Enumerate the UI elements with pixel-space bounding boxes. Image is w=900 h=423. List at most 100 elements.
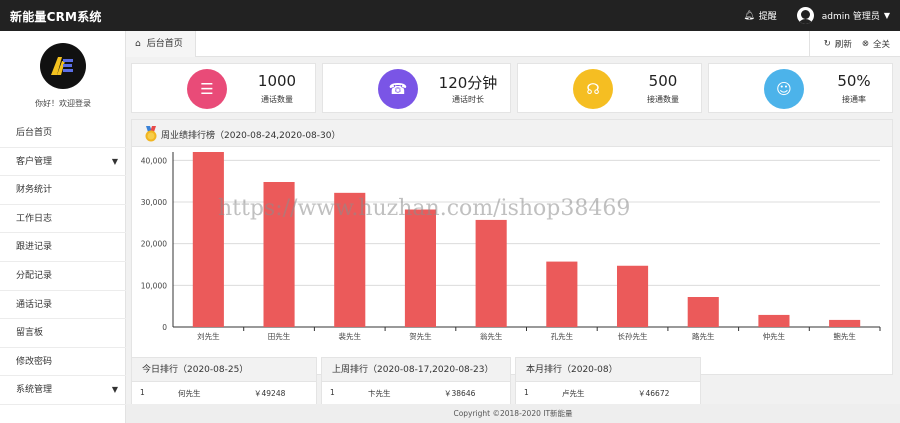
x-tick-label: 鲍先生 xyxy=(833,331,856,341)
stat-label: 接通数量 xyxy=(647,95,679,104)
ranking-rank: 1 xyxy=(330,388,335,397)
medal-icon xyxy=(145,126,157,142)
top-right-area: 🔔︎ 提醒 admin 管理员 ▼ xyxy=(743,0,890,31)
y-tick-label: 20,000 xyxy=(141,240,167,249)
ranking-rank: 1 xyxy=(524,388,529,397)
ranking-title: 上周排行（2020-08-17,2020-08-23） xyxy=(322,358,510,382)
tab-actions: ↻ 刷新 ⊗ 全关 xyxy=(808,31,890,57)
sidebar-item[interactable]: 修改密码 xyxy=(0,348,126,377)
chart-title: 周业绩排行榜（2020-08-24,2020-08-30） xyxy=(161,131,341,141)
sidebar-item-label: 客户管理 xyxy=(16,156,53,167)
stat-card: ☎ 120分钟通话时长 xyxy=(322,63,511,113)
y-tick-label: 0 xyxy=(162,323,167,332)
sidebar-item[interactable]: 后台首页 xyxy=(0,119,126,148)
document-icon: ☰ xyxy=(200,80,214,98)
refresh-icon[interactable]: ↻ xyxy=(824,39,831,49)
x-tick-label: 田先生 xyxy=(268,331,291,341)
x-tick-label: 长孙先生 xyxy=(618,331,648,341)
tab-home-label: 后台首页 xyxy=(146,39,183,49)
chart-bar xyxy=(758,314,790,327)
chart-bar xyxy=(404,209,437,327)
app-title: 新能量CRM系统 xyxy=(10,10,102,24)
chart-bar xyxy=(263,182,295,327)
chart-bar xyxy=(192,152,224,327)
user-menu[interactable]: admin 管理员 xyxy=(822,9,880,22)
stat-value: 500 xyxy=(648,72,678,90)
tab-home[interactable]: ⌂ 后台首页 xyxy=(126,31,196,57)
sidebar-item-label: 留言板 xyxy=(16,328,44,339)
y-tick-label: 30,000 xyxy=(141,198,167,207)
chevron-down-icon: ▼ xyxy=(111,385,118,395)
x-tick-label: 裴先生 xyxy=(339,331,362,341)
sidebar: 你好！欢迎登录 后台首页客户管理 ▼ 财务统计工作日志跟进记录分配记录通话记录留言板… xyxy=(0,31,126,423)
chart-bar xyxy=(687,297,719,327)
stat-value: 1000 xyxy=(257,72,297,90)
sidebar-item-label: 系统管理 xyxy=(16,385,53,396)
sidebar-item[interactable]: 留言板 xyxy=(0,319,126,348)
x-tick-label: 仲先生 xyxy=(763,331,786,341)
refresh-button[interactable]: 刷新 xyxy=(835,38,852,50)
footer: Copyright ©2018-2020 IT新能量 xyxy=(126,404,900,423)
sidebar-item-label: 财务统计 xyxy=(16,185,53,196)
chart-bar xyxy=(546,261,578,327)
bar-chart: 0 10,000 20,000 30,000 40,000 刘先生 田先生 裴先生 贺先生 翁先生… xyxy=(141,152,881,341)
chart-bar xyxy=(829,319,861,327)
sidebar-item[interactable]: 通话记录 xyxy=(0,291,126,320)
y-tick-label: 10,000 xyxy=(141,281,167,290)
x-tick-label: 刘先生 xyxy=(197,331,220,341)
stat-value: 50% xyxy=(837,72,871,90)
chevron-down-icon: ▼ xyxy=(111,156,118,166)
sidebar-item[interactable]: 工作日志 xyxy=(0,205,126,234)
chart-bar xyxy=(475,219,507,327)
stat-label: 通话时长 xyxy=(452,95,484,104)
stat-icon-circle: ☊ xyxy=(573,69,613,109)
tab-bar: ⌂ 后台首页 ↻ 刷新 ⊗ 全关 xyxy=(126,31,900,57)
sidebar-item[interactable]: 分配记录 xyxy=(0,262,126,291)
sidebar-item-label: 通话记录 xyxy=(16,299,53,310)
notice-link[interactable]: 提醒 xyxy=(759,9,777,22)
sidebar-menu: 后台首页客户管理 ▼ 财务统计工作日志跟进记录分配记录通话记录留言板修改密码系统管理… xyxy=(0,119,126,405)
table-row: 1 卞先生 ￥38646 xyxy=(322,382,510,402)
chart-bar xyxy=(616,265,649,327)
stat-card: ☺ 50% 接通率 xyxy=(708,63,893,113)
ranking-title: 本月排行（2020-08） xyxy=(516,358,700,382)
sidebar-item[interactable]: 跟进记录 xyxy=(0,233,126,262)
sidebar-item-label: 修改密码 xyxy=(16,356,53,367)
stat-icon-circle: ☎ xyxy=(378,69,418,109)
sidebar-item-label: 跟进记录 xyxy=(16,242,53,253)
sidebar-item[interactable]: 客户管理 ▼ xyxy=(0,148,126,177)
stat-label: 通话数量 xyxy=(261,95,293,104)
headset-icon: ☊ xyxy=(586,80,600,98)
user-card-icon: ☺ xyxy=(776,80,792,98)
user-avatar[interactable] xyxy=(796,7,814,24)
stat-value: 120分钟 xyxy=(438,74,498,92)
sidebar-item[interactable]: 系统管理 ▼ xyxy=(0,376,126,405)
close-all-icon[interactable]: ⊗ xyxy=(862,39,869,49)
phone-icon: ☎ xyxy=(388,80,408,98)
stat-card: ☊ 500 接通数量 xyxy=(517,63,702,113)
chart-panel: 周业绩排行榜（2020-08-24,2020-08-30） 0 10,000 20,… xyxy=(131,119,893,375)
sidebar-item-label: 工作日志 xyxy=(16,213,53,224)
table-row: 1 卢先生 ￥46672 xyxy=(516,382,700,402)
welcome-text: 你好！欢迎登录 xyxy=(35,99,91,108)
sidebar-item-label: 后台首页 xyxy=(16,128,53,138)
ranking-amount: ￥38646 xyxy=(444,389,476,398)
bell-icon[interactable]: 🔔︎ xyxy=(743,11,754,21)
stat-label: 接通率 xyxy=(842,95,866,104)
chevron-down-icon[interactable]: ▼ xyxy=(884,11,890,20)
ranking-rank: 1 xyxy=(140,388,145,397)
ranking-name: 卢先生 xyxy=(562,389,585,398)
ranking-name: 何先生 xyxy=(178,389,201,398)
logo xyxy=(40,43,86,89)
ranking-title: 今日排行（2020-08-25） xyxy=(132,358,316,382)
x-tick-label: 贺先生 xyxy=(409,331,432,341)
home-icon: ⌂ xyxy=(135,39,141,49)
ranking-amount: ￥49248 xyxy=(254,389,286,398)
sidebar-item[interactable]: 财务统计 xyxy=(0,176,126,205)
chart-header: 周业绩排行榜（2020-08-24,2020-08-30） xyxy=(132,120,892,147)
y-tick-label: 40,000 xyxy=(141,156,167,165)
ranking-name: 卞先生 xyxy=(368,389,391,398)
stat-icon-circle: ☰ xyxy=(187,69,227,109)
chart-bar xyxy=(334,192,366,327)
close-all-button[interactable]: 全关 xyxy=(873,38,890,50)
